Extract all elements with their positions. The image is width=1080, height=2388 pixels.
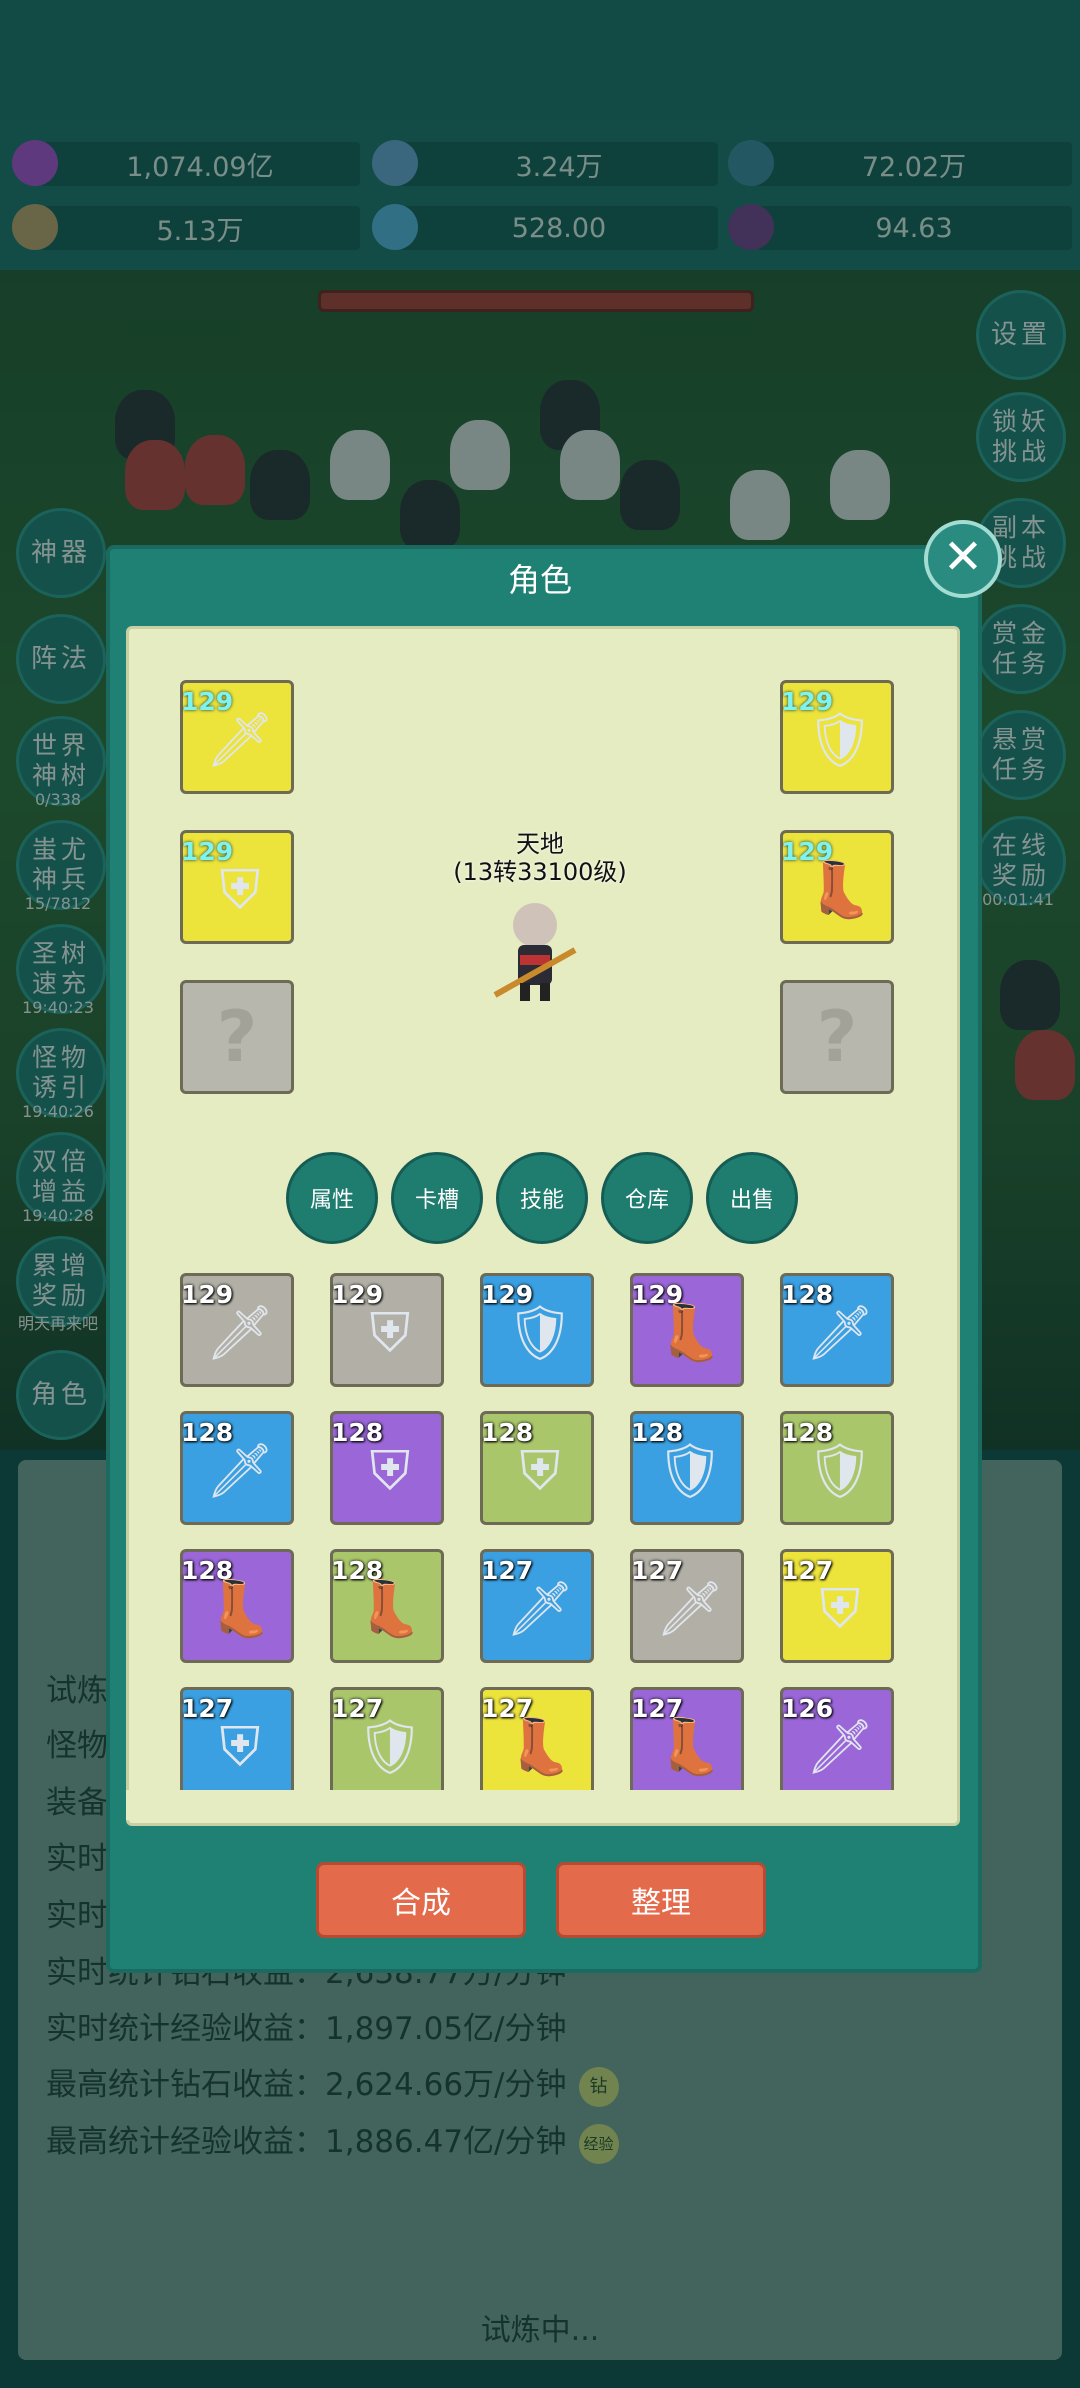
hero-info: 天地 (13转33100级) — [440, 830, 640, 886]
shield-icon: 🛡 — [505, 1301, 575, 1364]
equip-slot-empty-left[interactable]: ? — [180, 980, 294, 1094]
boots-icon: 👢 — [506, 1715, 574, 1778]
boots-icon: 👢 — [656, 1715, 724, 1778]
tab-sell[interactable]: 出售 — [706, 1152, 798, 1244]
tab-skills-label: 技能 — [519, 1188, 564, 1213]
inventory-slot[interactable]: 127 👢 — [480, 1687, 594, 1790]
inventory-grid[interactable]: 129 🗡 129 ⛨ 129 🛡 129 👢 128 🗡 128 🗡 128 ⛨ 128 ⛨ 128 🛡 128 🛡… — [126, 1270, 954, 1790]
tab-attributes[interactable]: 属性 — [286, 1152, 378, 1244]
equip-slot-empty-right[interactable]: ? — [780, 980, 894, 1094]
boots-icon: 👢 — [356, 1577, 424, 1640]
armor-icon: ⛨ — [369, 1301, 411, 1364]
armor-icon: ⛨ — [819, 1577, 861, 1640]
equip-slot-boots[interactable]: 129 👢 — [780, 830, 894, 944]
synthesize-label: 合成 — [391, 1886, 451, 1921]
hero-sprite — [493, 903, 577, 1001]
armor-icon: ⛨ — [219, 1715, 261, 1778]
inventory-slot[interactable]: 129 🗡 — [180, 1273, 294, 1387]
inventory-slot[interactable]: 128 👢 — [180, 1549, 294, 1663]
armor-icon: ⛨ — [519, 1439, 561, 1502]
armor-icon: ⛨ — [219, 858, 261, 921]
armor-icon: ⛨ — [369, 1439, 411, 1502]
sword-icon: 🗡 — [205, 1301, 275, 1364]
inventory-slot[interactable]: 129 👢 — [630, 1273, 744, 1387]
shield-icon: 🛡 — [355, 1715, 425, 1778]
tab-skills[interactable]: 技能 — [496, 1152, 588, 1244]
inventory-slot[interactable]: 128 🛡 — [780, 1411, 894, 1525]
hero-name: 天地 — [516, 830, 564, 858]
inventory-slot[interactable]: 128 🗡 — [180, 1411, 294, 1525]
question-icon: ? — [216, 996, 258, 1078]
tab-warehouse-label: 仓库 — [624, 1188, 669, 1213]
inventory-slot[interactable]: 128 🛡 — [630, 1411, 744, 1525]
synthesize-button[interactable]: 合成 — [316, 1862, 526, 1938]
inventory-slot[interactable]: 127 🗡 — [480, 1549, 594, 1663]
shield-icon: 🛡 — [655, 1439, 725, 1502]
inventory-slot[interactable]: 126 🗡 — [780, 1687, 894, 1790]
equip-slot-armor[interactable]: 129 ⛨ — [180, 830, 294, 944]
sword-icon: 🗡 — [205, 708, 275, 771]
inventory-slot[interactable]: 127 👢 — [630, 1687, 744, 1790]
sword-icon: 🗡 — [805, 1301, 875, 1364]
sword-icon: 🗡 — [655, 1577, 725, 1640]
close-icon[interactable]: ✕ — [924, 520, 1002, 598]
inventory-slot[interactable]: 128 ⛨ — [480, 1411, 594, 1525]
boots-icon: 👢 — [206, 1577, 274, 1640]
shield-icon: 🛡 — [805, 708, 875, 771]
inventory-slot[interactable]: 127 🗡 — [630, 1549, 744, 1663]
inventory-slot[interactable]: 127 ⛨ — [780, 1549, 894, 1663]
dialog-title: 角色 — [507, 561, 572, 599]
organize-button[interactable]: 整理 — [556, 1862, 766, 1938]
shield-icon: 🛡 — [805, 1439, 875, 1502]
sword-icon: 🗡 — [805, 1715, 875, 1778]
boots-icon: 👢 — [806, 858, 874, 921]
tab-card-slot[interactable]: 卡槽 — [391, 1152, 483, 1244]
tab-card-slot-label: 卡槽 — [414, 1188, 459, 1213]
sword-icon: 🗡 — [205, 1439, 275, 1502]
inventory-slot[interactable]: 128 ⛨ — [330, 1411, 444, 1525]
inventory-bottom-edge — [126, 1790, 954, 1820]
tab-attributes-label: 属性 — [309, 1188, 354, 1213]
tab-sell-label: 出售 — [729, 1188, 774, 1213]
inventory-slot[interactable]: 128 👢 — [330, 1549, 444, 1663]
question-icon: ? — [816, 996, 858, 1078]
inventory-slot[interactable]: 129 ⛨ — [330, 1273, 444, 1387]
organize-label: 整理 — [631, 1886, 691, 1921]
boots-icon: 👢 — [656, 1301, 724, 1364]
equip-slot-weapon[interactable]: 129 🗡 — [180, 680, 294, 794]
tab-warehouse[interactable]: 仓库 — [601, 1152, 693, 1244]
inventory-slot[interactable]: 127 ⛨ — [180, 1687, 294, 1790]
inventory-slot[interactable]: 127 🛡 — [330, 1687, 444, 1790]
hero-level: (13转33100级) — [453, 858, 627, 886]
inventory-slot[interactable]: 128 🗡 — [780, 1273, 894, 1387]
sword-icon: 🗡 — [505, 1577, 575, 1640]
equip-slot-shield[interactable]: 129 🛡 — [780, 680, 894, 794]
inventory-slot[interactable]: 129 🛡 — [480, 1273, 594, 1387]
